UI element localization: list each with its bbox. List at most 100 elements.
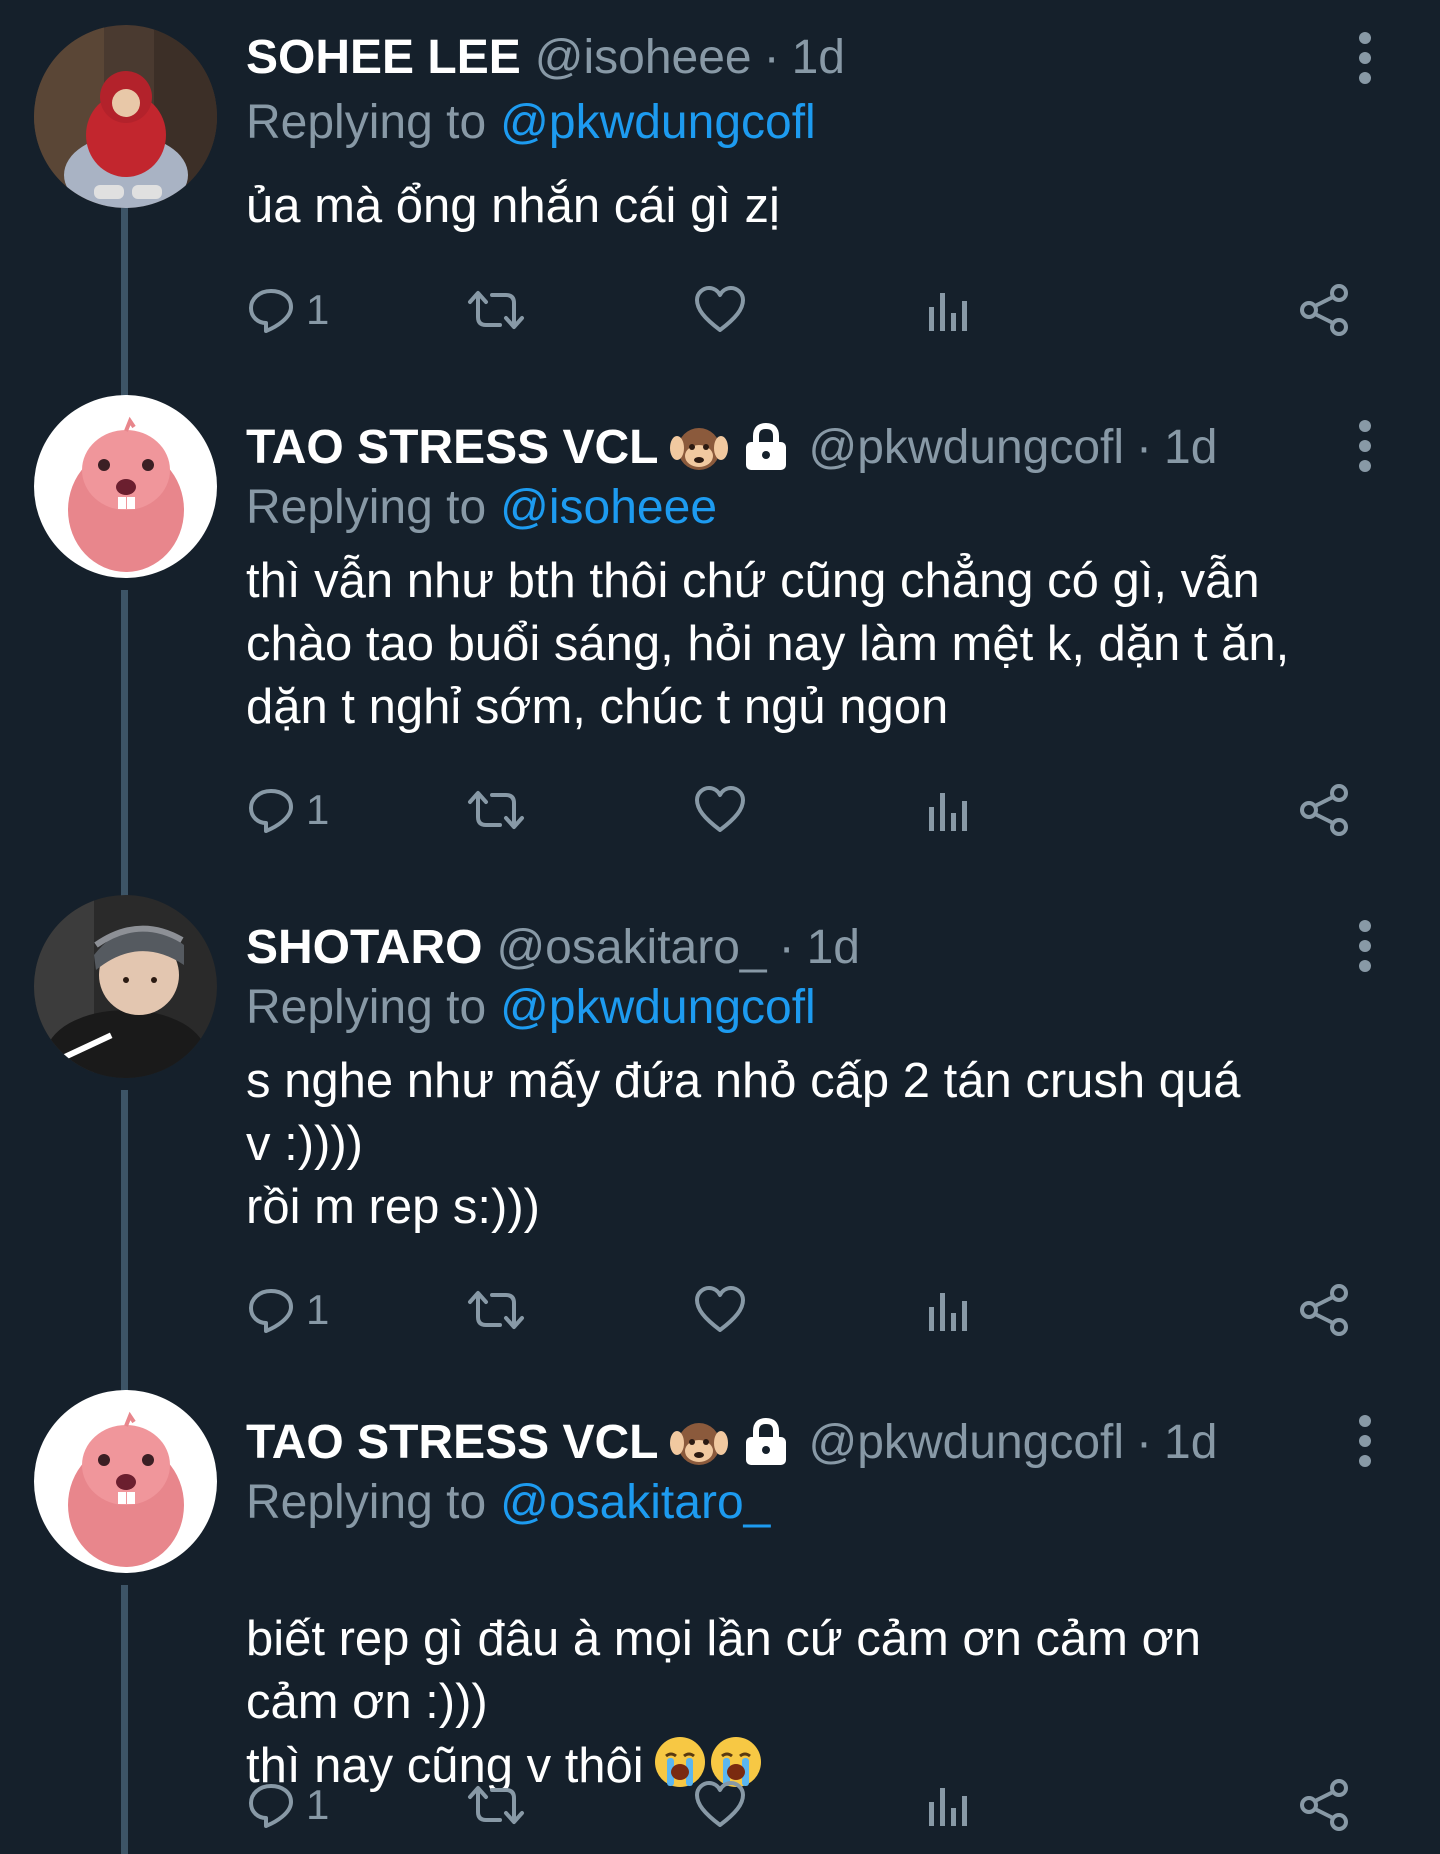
tweet-text: biết rep gì đâu à mọi lần cứ cảm ơn cảm … <box>246 1545 1396 1798</box>
retweet-icon <box>468 291 524 329</box>
analytics-icon <box>929 793 967 831</box>
like-button[interactable] <box>694 1770 746 1840</box>
timestamp[interactable]: 1d <box>792 30 845 85</box>
analytics-icon <box>929 1788 967 1826</box>
reply-button[interactable]: 1 <box>246 775 329 845</box>
more-options-icon[interactable] <box>1352 416 1378 476</box>
mention-link[interactable]: @pkwdungcofl <box>500 980 816 1035</box>
like-button[interactable] <box>694 775 746 845</box>
share-icon <box>1300 284 1348 336</box>
reply-thread: SOHEE LEE @isoheee · 1d Replying to @pkw… <box>0 0 1440 1854</box>
user-handle[interactable]: @pkwdungcofl <box>808 420 1124 475</box>
heart-icon <box>695 286 745 332</box>
user-handle[interactable]: @pkwdungcofl <box>808 1415 1124 1470</box>
avatar[interactable] <box>34 895 217 1078</box>
avatar[interactable] <box>34 1390 217 1573</box>
like-button[interactable] <box>694 1275 746 1345</box>
analytics-button[interactable] <box>926 275 970 345</box>
action-bar: 1 <box>246 1770 1376 1840</box>
thread-line <box>121 205 128 390</box>
analytics-button[interactable] <box>926 775 970 845</box>
share-button[interactable] <box>1298 275 1352 345</box>
display-name[interactable]: SHOTARO <box>246 920 482 975</box>
user-handle[interactable]: @osakitaro_ <box>496 920 766 975</box>
replying-label: Replying to <box>246 1475 487 1529</box>
like-button[interactable] <box>694 275 746 345</box>
timestamp[interactable]: 1d <box>1164 1415 1217 1470</box>
more-options-icon[interactable] <box>1352 28 1378 88</box>
avatar[interactable] <box>34 395 217 578</box>
heart-icon <box>695 1286 745 1332</box>
action-bar: 1 <box>246 1275 1376 1345</box>
display-name[interactable]: TAO STRESS VCL <box>246 420 658 475</box>
tweet-header: SHOTARO @osakitaro_ · 1d <box>246 912 860 982</box>
share-icon <box>1300 784 1348 836</box>
tweet[interactable]: TAO STRESS VCL @pkwdungcofl · 1d Replyin… <box>0 390 1440 890</box>
reply-button[interactable]: 1 <box>246 1275 329 1345</box>
replying-to: Replying to @pkwdungcofl <box>246 90 816 154</box>
tweet[interactable]: TAO STRESS VCL @pkwdungcofl · 1d Replyin… <box>0 1385 1440 1854</box>
tweet[interactable]: SOHEE LEE @isoheee · 1d Replying to @pkw… <box>0 0 1440 390</box>
retweet-icon <box>468 1786 524 1824</box>
analytics-icon <box>929 293 967 331</box>
display-name[interactable]: SOHEE LEE <box>246 30 521 85</box>
reply-button[interactable]: 1 <box>246 1770 329 1840</box>
thread-line <box>121 590 128 890</box>
tweet-text: thì vẫn như bth thôi chứ cũng chẳng có g… <box>246 554 1290 734</box>
mention-link[interactable]: @pkwdungcofl <box>500 95 816 150</box>
analytics-button[interactable] <box>926 1275 970 1345</box>
heart-icon <box>695 786 745 832</box>
action-bar: 1 <box>246 775 1376 845</box>
separator: · <box>1136 420 1153 474</box>
replying-label: Replying to <box>246 980 487 1034</box>
tweet[interactable]: SHOTARO @osakitaro_ · 1d Replying to @pk… <box>0 890 1440 1385</box>
retweet-button[interactable] <box>466 1275 526 1345</box>
timestamp[interactable]: 1d <box>807 920 860 975</box>
replying-to: Replying to @isoheee <box>246 475 717 539</box>
share-button[interactable] <box>1298 1275 1352 1345</box>
tweet-text-line: biết rep gì đâu à mọi lần cứ cảm ơn cảm … <box>246 1612 1201 1729</box>
retweet-icon <box>468 791 524 829</box>
share-icon <box>1300 1779 1348 1831</box>
more-options-icon[interactable] <box>1352 916 1378 976</box>
replying-label: Replying to <box>246 480 487 534</box>
separator: · <box>763 30 780 84</box>
user-handle[interactable]: @isoheee <box>535 30 752 85</box>
tweet-text: ủa mà ổng nhắn cái gì zị <box>246 179 780 233</box>
reply-icon <box>249 289 293 333</box>
analytics-icon <box>929 1293 967 1331</box>
lock-icon <box>746 422 787 470</box>
retweet-button[interactable] <box>466 775 526 845</box>
timestamp[interactable]: 1d <box>1164 420 1217 475</box>
analytics-button[interactable] <box>926 1770 970 1840</box>
separator: · <box>778 920 795 974</box>
reply-count: 1 <box>306 786 330 833</box>
thread-line <box>121 1585 128 1854</box>
reply-icon <box>249 1289 293 1333</box>
more-options-icon[interactable] <box>1352 1411 1378 1471</box>
thread-line <box>121 1090 128 1385</box>
retweet-icon <box>468 1291 524 1329</box>
display-name[interactable]: TAO STRESS VCL <box>246 1415 658 1470</box>
replying-label: Replying to <box>246 95 487 149</box>
avatar[interactable] <box>34 25 217 208</box>
hear-no-evil-monkey-icon <box>670 428 729 470</box>
reply-count: 1 <box>306 1286 330 1333</box>
share-icon <box>1300 1284 1348 1336</box>
heart-icon <box>695 1781 745 1827</box>
reply-count: 1 <box>306 286 330 333</box>
replying-to: Replying to @osakitaro_ <box>246 1470 770 1534</box>
reply-button[interactable]: 1 <box>246 275 329 345</box>
replying-to: Replying to @pkwdungcofl <box>246 975 816 1039</box>
reply-icon <box>249 789 293 833</box>
retweet-button[interactable] <box>466 1770 526 1840</box>
mention-link[interactable]: @isoheee <box>500 480 717 535</box>
tweet-header: SOHEE LEE @isoheee · 1d <box>246 22 845 92</box>
tweet-text: s nghe như mấy đứa nhỏ cấp 2 tán crush q… <box>246 1054 1241 1234</box>
mention-link[interactable]: @osakitaro_ <box>500 1475 770 1530</box>
share-button[interactable] <box>1298 775 1352 845</box>
retweet-button[interactable] <box>466 275 526 345</box>
share-button[interactable] <box>1298 1770 1352 1840</box>
reply-icon <box>249 1784 293 1828</box>
hear-no-evil-monkey-icon <box>670 1423 729 1465</box>
